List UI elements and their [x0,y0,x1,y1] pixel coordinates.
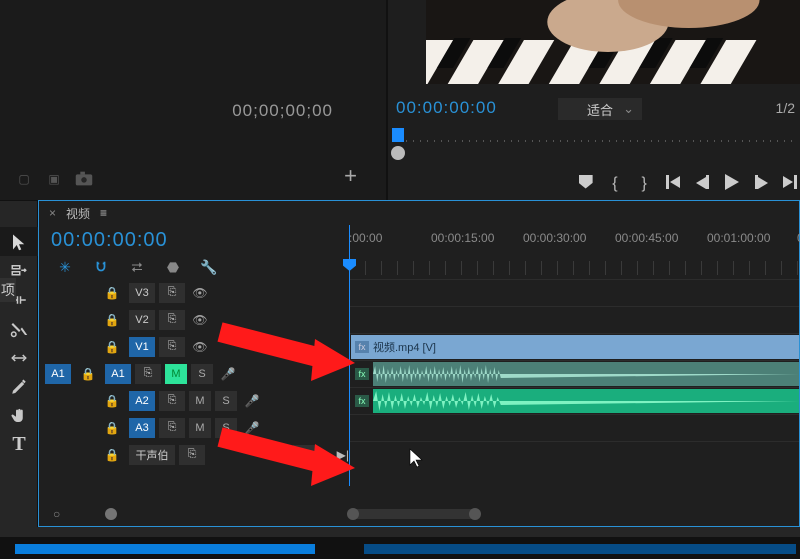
track-v2: 🔒 V2 ⎘ 👁 [39,306,799,333]
zoom-fit-dropdown[interactable]: 适合 [558,98,642,120]
fx-badge-icon: fx [355,368,369,380]
panel-menu-icon[interactable]: ≡ [100,206,107,220]
hand-tool[interactable] [0,401,38,430]
lock-icon[interactable]: 🔒 [99,418,125,438]
time-ruler[interactable]: :00:00 00:00:15:00 00:00:30:00 00:00:45:… [349,225,799,275]
step-back-button[interactable] [695,175,710,194]
sync-lock-icon[interactable]: ⎘ [135,364,161,384]
timeline-zoom-bar[interactable]: ○ [39,502,799,526]
track-label[interactable]: A3 [129,418,155,438]
camera-icon[interactable] [73,169,95,189]
horizontal-zoom-slider[interactable] [349,509,479,519]
bottom-progress [0,537,800,559]
link-icon[interactable]: ⮂ [129,259,145,275]
eye-icon[interactable]: 👁 [189,286,211,300]
tool-palette: T [0,200,38,527]
track-a1: A1 🔒 A1 ⎘ M S 🎤 fx [39,360,799,387]
source-timecode: 00;00;00;00 [232,101,333,121]
solo-button[interactable]: S [215,418,237,438]
track-label[interactable]: A1 [105,364,131,384]
add-button[interactable]: + [344,163,357,189]
sync-lock-icon[interactable]: ⎘ [159,283,185,303]
clip-icon[interactable]: ▣ [43,169,65,189]
track-label[interactable]: V2 [129,310,155,330]
marker-header-icon[interactable]: ⬣ [165,259,181,275]
lock-icon[interactable]: 🔒 [75,364,101,384]
project-panel-label: 项 [0,278,16,302]
track-height-knob[interactable] [105,508,117,520]
lock-icon[interactable]: 🔒 [99,445,125,465]
sync-lock-icon[interactable]: ⎘ [159,310,185,330]
eye-icon[interactable]: 👁 [189,313,211,327]
source-patch[interactable]: A1 [45,364,71,384]
progress-segment [364,544,796,554]
source-monitor-panel: 00;00;00;00 ▢ ▣ + [0,0,386,200]
timeline-timecode[interactable]: 00:00:00:00 [51,229,168,252]
program-monitor-panel: 00:00:00:00 适合 1/2 { } [386,0,800,200]
voiceover-icon[interactable]: 🎤 [241,421,263,435]
crop-icon[interactable]: ▢ [13,169,35,189]
sync-lock-icon[interactable]: ⎘ [159,337,185,357]
go-to-in-button[interactable] [666,175,681,194]
program-scrubber[interactable] [392,128,795,150]
mute-button[interactable]: M [165,364,187,384]
voiceover-icon[interactable]: 🎤 [217,367,239,381]
mark-in-button[interactable]: { [607,175,622,193]
clip-label: 视频.mp4 [V] [373,339,436,355]
play-button[interactable] [724,174,739,195]
magnet-icon[interactable] [93,259,109,275]
slip-tool[interactable] [0,343,38,372]
playhead-icon[interactable] [392,128,404,142]
track-a3: 🔒 A3 ⎘ M S 🎤 [39,414,799,441]
track-label[interactable]: V1 [129,337,155,357]
progress-segment [15,544,315,554]
pen-tool[interactable] [0,372,38,401]
fx-badge-icon: fx [355,395,369,407]
timeline-tab-label: 视频 [66,205,90,222]
track-label[interactable]: V3 [129,283,155,303]
sync-lock-icon[interactable]: ⎘ [159,391,185,411]
track-label[interactable]: A2 [129,391,155,411]
razor-tool[interactable] [0,314,38,343]
timeline-playhead[interactable] [349,225,350,486]
track-a2: 🔒 A2 ⎘ M S 🎤 fx [39,387,799,414]
program-timecode[interactable]: 00:00:00:00 [396,98,497,118]
step-forward-button[interactable] [754,175,769,194]
lock-icon[interactable]: 🔒 [99,310,125,330]
mute-button[interactable]: M [189,391,211,411]
timeline-panel: × 视频 ≡ 00:00:00:00 ✳ ⮂ ⬣ 🔧 :00:00 00:00:… [38,200,800,527]
track-extra: 🔒 干声伯 ⎘ M ▶| [39,441,799,468]
audio-clip[interactable]: fx [351,389,799,413]
fx-badge-icon: fx [355,341,369,353]
track-v1: 🔒 V1 ⎘ 👁 fx 视频.mp4 [V] [39,333,799,360]
selection-tool[interactable] [0,227,38,256]
close-icon[interactable]: × [49,206,56,220]
solo-button[interactable]: S [191,364,213,384]
sync-lock-icon[interactable]: ⎘ [159,418,185,438]
program-preview [426,0,800,84]
solo-button[interactable]: S [215,391,237,411]
track-label[interactable]: 干声伯 [129,445,175,465]
sync-lock-icon[interactable]: ⎘ [179,445,205,465]
lock-icon[interactable]: 🔒 [99,283,125,303]
lock-icon[interactable]: 🔒 [99,337,125,357]
timeline-tab[interactable]: × 视频 ≡ [39,201,799,225]
voiceover-icon[interactable]: 🎤 [241,394,263,408]
add-marker-button[interactable] [578,175,593,194]
snap-icon[interactable]: ✳ [57,259,73,275]
video-clip[interactable]: fx 视频.mp4 [V] [351,335,799,359]
lock-icon[interactable]: 🔒 [99,391,125,411]
audio-clip[interactable]: fx [351,362,799,386]
track-v3: 🔒 V3 ⎘ 👁 [39,279,799,306]
mute-button[interactable]: M [189,418,211,438]
eye-icon[interactable]: 👁 [189,340,211,354]
step-end-icon[interactable]: ▶| [337,448,349,462]
mark-out-button[interactable]: } [637,175,652,193]
resolution-fraction[interactable]: 1/2 [776,100,795,116]
type-tool[interactable]: T [0,430,38,459]
go-to-out-button[interactable] [783,175,798,193]
wrench-icon[interactable]: 🔧 [201,259,217,275]
mute-button[interactable]: M [293,445,315,465]
